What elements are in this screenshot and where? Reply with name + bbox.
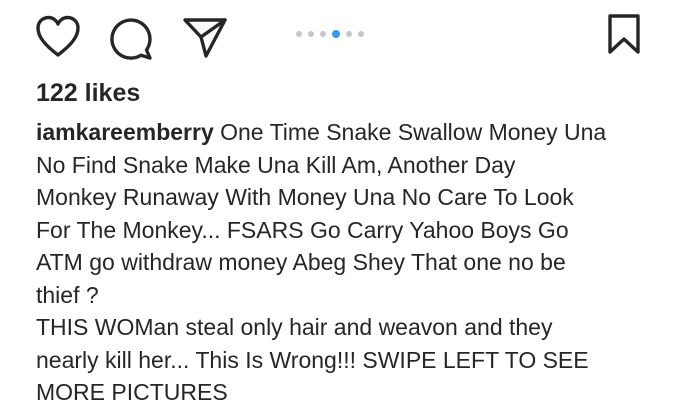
post-action-bar: [0, 0, 686, 76]
caption-line: MORE PICTURES: [36, 379, 228, 405]
caption-line: No Find Snake Make Una Kill Am, Another …: [36, 151, 516, 178]
comment-icon[interactable]: [108, 15, 154, 61]
caption-line: THIS WOMan steal only hair and weavon an…: [36, 314, 553, 340]
carousel-indicator: [296, 30, 370, 38]
caption-text: One Time Snake Swallow Money Una: [220, 119, 607, 145]
caption-username[interactable]: iamkareemberry: [36, 119, 214, 145]
heart-icon[interactable]: [35, 15, 81, 59]
caption-line: Monkey Runaway With Money Una No Care To…: [36, 184, 574, 210]
carousel-dot: [358, 31, 364, 37]
post-caption: iamkareemberry One Time Snake Swallow Mo…: [36, 116, 676, 409]
caption-line: nearly kill her... This Is Wrong!!! SWIP…: [36, 346, 589, 373]
likes-count[interactable]: 122 likes: [36, 78, 140, 108]
bookmark-icon[interactable]: [604, 13, 644, 55]
carousel-dot-active: [332, 30, 340, 38]
carousel-dot: [346, 31, 352, 37]
carousel-dot: [296, 31, 302, 37]
caption-line: iamkareemberry One Time Snake Swallow Mo…: [36, 116, 676, 149]
carousel-dot: [308, 31, 314, 37]
paper-plane-icon[interactable]: [182, 15, 228, 59]
carousel-dot: [320, 31, 326, 37]
caption-line: For The Monkey... FSARS Go Carry Yahoo B…: [36, 216, 569, 243]
caption-line: ATM go withdraw money Abeg Shey That one…: [36, 249, 566, 275]
caption-line: thief ?: [36, 281, 99, 308]
